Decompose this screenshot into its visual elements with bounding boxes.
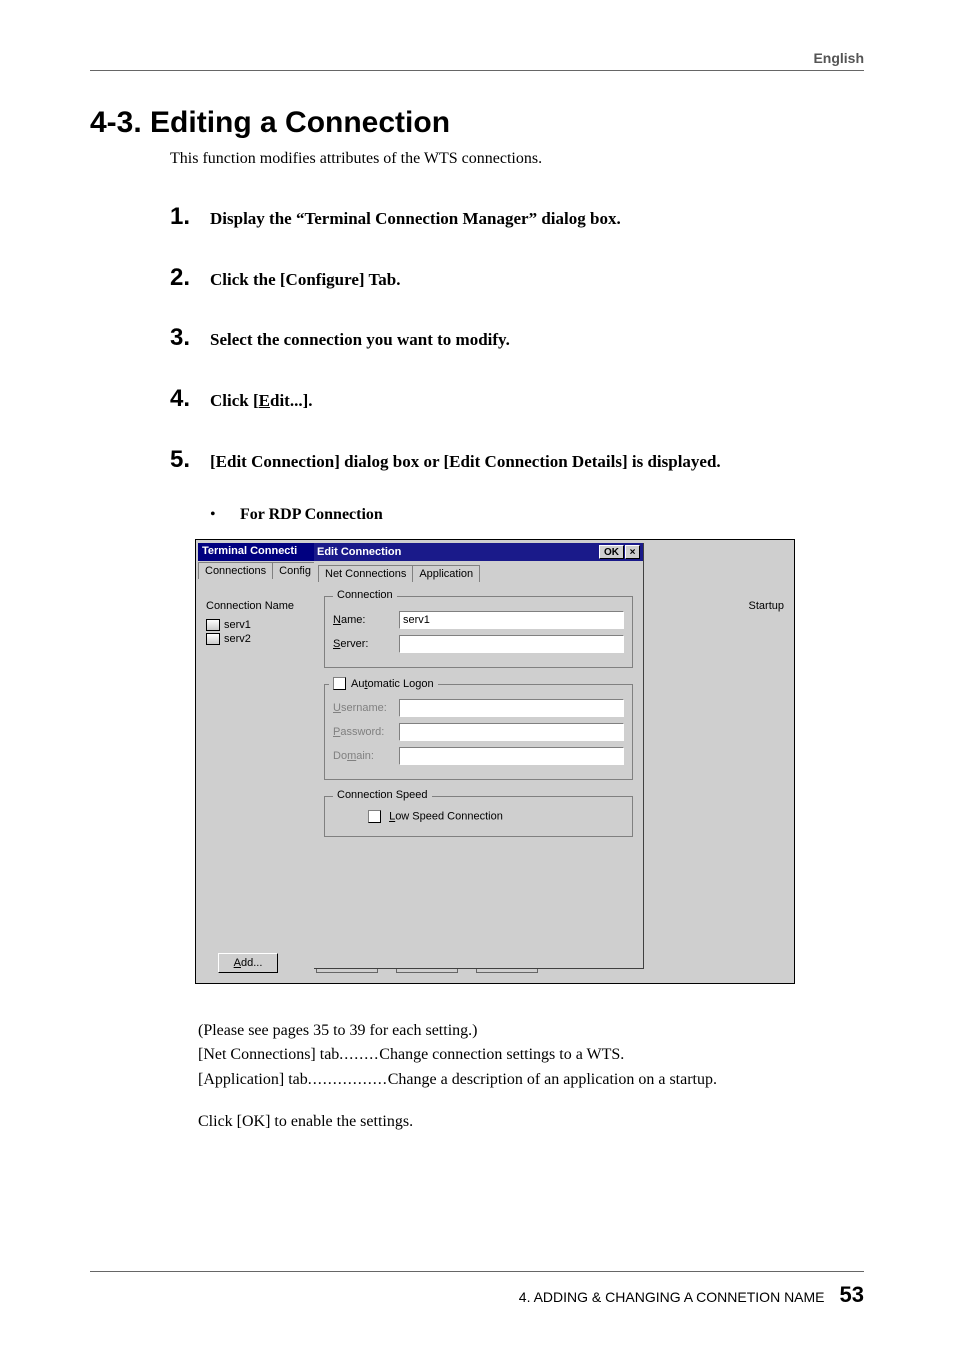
- after-shot-text: (Please see pages 35 to 39 for each sett…: [198, 1019, 864, 1133]
- auto-logon-legend: Automatic Logon: [329, 677, 438, 690]
- connection-name-header: Connection Name: [204, 600, 316, 612]
- speed-legend: Connection Speed: [333, 789, 432, 801]
- tab-configure[interactable]: Config: [272, 562, 318, 579]
- dots-icon: ................: [308, 1068, 388, 1091]
- name-input[interactable]: [399, 611, 624, 629]
- step-number: 4.: [170, 385, 210, 413]
- tab-desc-label: [Application] tab: [198, 1068, 308, 1091]
- list-item-label: serv1: [224, 619, 251, 631]
- step-text: Click the [Configure] Tab.: [210, 268, 401, 293]
- domain-input: [399, 747, 624, 765]
- page-header: English: [90, 50, 864, 71]
- domain-label: Domain:: [333, 750, 399, 762]
- tab-desc-label: [Net Connections] tab: [198, 1043, 339, 1066]
- list-item[interactable]: serv2: [204, 631, 316, 645]
- low-speed-checkbox[interactable]: [368, 810, 381, 823]
- edit-connection-dialog: Edit Connection OK × Net Connections App…: [314, 543, 644, 969]
- dots-icon: ........: [339, 1043, 379, 1066]
- page-footer: 4. ADDING & CHANGING A CONNETION NAME 53: [90, 1271, 864, 1308]
- computer-icon: [206, 619, 220, 631]
- header-language: English: [813, 50, 864, 66]
- dialog-screenshot: Terminal Connecti Connections Config Con…: [195, 539, 795, 984]
- step-item: 4. Click [Edit...].: [170, 385, 864, 414]
- step-item: 5. [Edit Connection] dialog box or [Edit…: [170, 446, 864, 475]
- connection-list-pane: Connection Name serv1 serv2: [204, 600, 316, 645]
- startup-header: Startup: [749, 600, 784, 612]
- step-number: 3.: [170, 324, 210, 352]
- tab-application[interactable]: Application: [412, 565, 480, 582]
- password-label: Password:: [333, 726, 399, 738]
- step-text: Click [Edit...].: [210, 389, 312, 414]
- connection-speed-group: Connection Speed Low Speed Connection: [324, 796, 633, 837]
- list-item[interactable]: serv1: [204, 617, 316, 631]
- step-number: 5.: [170, 446, 210, 474]
- ok-button[interactable]: OK: [599, 545, 624, 559]
- step-text: Display the “Terminal Connection Manager…: [210, 207, 621, 232]
- low-speed-label: Low Speed Connection: [389, 811, 503, 823]
- auto-logon-checkbox[interactable]: [333, 677, 346, 690]
- connection-legend: Connection: [333, 589, 397, 601]
- add-button[interactable]: Add...: [218, 953, 278, 973]
- tab-description-row: [Application] tab................Change …: [198, 1068, 864, 1091]
- username-input: [399, 699, 624, 717]
- step-item: 2. Click the [Configure] Tab.: [170, 264, 864, 293]
- footer-chapter: 4. ADDING & CHANGING A CONNETION NAME: [519, 1289, 825, 1305]
- step-item: 1. Display the “Terminal Connection Mana…: [170, 203, 864, 232]
- bullet-dot-icon: •: [210, 506, 240, 524]
- tab-connections[interactable]: Connections: [198, 562, 273, 579]
- auto-logon-group: Automatic Logon Username: Password: Doma…: [324, 684, 633, 780]
- section-title: 4-3. Editing a Connection: [90, 106, 864, 140]
- terminal-manager-title: Terminal Connecti: [198, 543, 314, 561]
- tab-net-connections[interactable]: Net Connections: [318, 565, 413, 582]
- step-number: 1.: [170, 203, 210, 231]
- dialog-title-bar: Edit Connection OK ×: [314, 543, 643, 561]
- startup-column: Startup: [749, 600, 784, 612]
- list-item-label: serv2: [224, 633, 251, 645]
- connection-group: Connection Name: Server:: [324, 596, 633, 668]
- step-text: [Edit Connection] dialog box or [Edit Co…: [210, 450, 721, 475]
- close-icon[interactable]: ×: [625, 545, 640, 559]
- computer-icon: [206, 633, 220, 645]
- tab-description-row: [Net Connections] tab........Change conn…: [198, 1043, 864, 1066]
- auto-logon-label: Automatic Logon: [351, 678, 434, 690]
- front-tabs: Net Connections Application: [314, 561, 643, 582]
- section-intro: This function modifies attributes of the…: [170, 150, 864, 168]
- server-input[interactable]: [399, 635, 624, 653]
- username-label: Username:: [333, 702, 399, 714]
- password-input: [399, 723, 624, 741]
- final-instruction: Click [OK] to enable the settings.: [198, 1110, 864, 1133]
- tab-desc-text: Change a description of an application o…: [388, 1068, 717, 1091]
- step-number: 2.: [170, 264, 210, 292]
- back-tabs: Connections Config: [198, 562, 317, 579]
- steps-list: 1. Display the “Terminal Connection Mana…: [170, 203, 864, 474]
- footer-page-number: 53: [840, 1282, 864, 1308]
- bullet-text: For RDP Connection: [240, 506, 383, 524]
- settings-note: (Please see pages 35 to 39 for each sett…: [198, 1019, 864, 1042]
- tab-desc-text: Change connection settings to a WTS.: [379, 1043, 624, 1066]
- server-label: Server:: [333, 638, 399, 650]
- step-item: 3. Select the connection you want to mod…: [170, 324, 864, 353]
- name-label: Name:: [333, 614, 399, 626]
- sub-bullet: • For RDP Connection: [210, 506, 864, 524]
- dialog-title: Edit Connection: [317, 546, 401, 558]
- step-text: Select the connection you want to modify…: [210, 328, 510, 353]
